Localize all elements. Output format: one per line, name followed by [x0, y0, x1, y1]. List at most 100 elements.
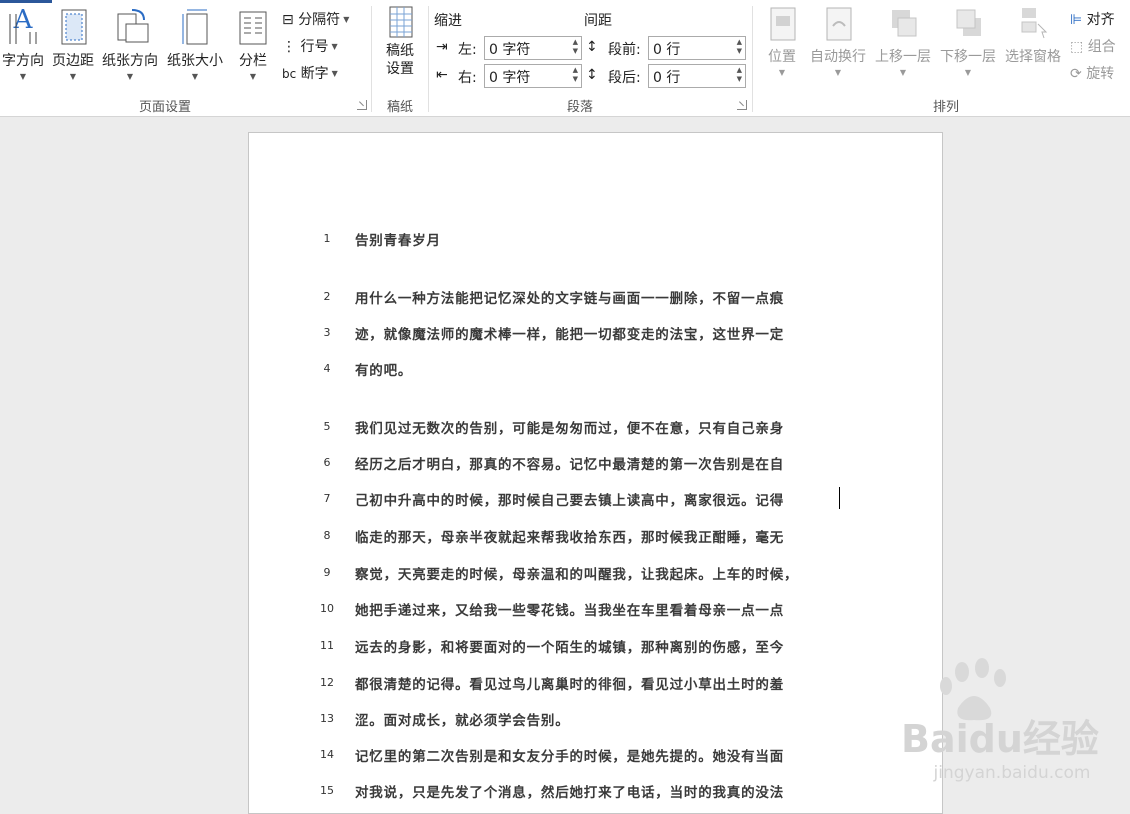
spacing-title: 间距 — [584, 13, 612, 29]
indent-right-row: ⇤ 右: 0 字符 ▲ ▼ — [436, 64, 582, 88]
breaks-button[interactable]: ⊟ 分隔符 ▼ — [282, 10, 349, 30]
position-label: 位置 — [768, 49, 796, 65]
page-setup-launcher-icon[interactable] — [357, 100, 367, 110]
align-icon: ⊫ — [1070, 12, 1083, 28]
rotate-button[interactable]: ⟳ 旋转 — [1070, 64, 1114, 84]
line-text[interactable]: 远去的身影，和将要面对的一个陌生的城镇，那种离别的伤感，至今 — [355, 636, 784, 656]
text-direction-button[interactable]: A 字方向 ▼ — [0, 4, 46, 81]
line-text[interactable]: 对我说，只是先发了个消息，然后她打来了电话，当时的我真的没法 — [355, 781, 784, 801]
spacing-before-row: ↕ 段前: 0 行 ▲ ▼ — [586, 36, 746, 60]
chevron-down-icon: ▼ — [331, 69, 338, 78]
chevron-down-icon: ▼ — [834, 68, 842, 77]
line-number: 8 — [323, 529, 331, 542]
paper-size-icon — [182, 9, 208, 45]
indent-left-input[interactable]: 0 字符 ▲ ▼ — [484, 36, 582, 60]
group-button[interactable]: ⬚ 组合 — [1070, 37, 1116, 57]
line-text[interactable]: 涩。面对成长，就必须学会告别。 — [355, 709, 570, 729]
margins-button[interactable]: 页边距 ▼ — [50, 4, 96, 81]
group-divider — [752, 6, 753, 112]
line-text[interactable]: 临走的那天，母亲半夜就起来帮我收拾东西，那时候我正酣睡，毫无 — [355, 526, 784, 546]
manuscript-setup-label-2: 设置 — [386, 61, 414, 77]
hyphenation-icon: bc — [282, 67, 297, 81]
baidu-watermark: Baidu经验 jingyan.baidu.com — [901, 658, 1099, 783]
line-number: 7 — [323, 492, 331, 505]
line-text[interactable]: 都很清楚的记得。看见过鸟儿离巢时的徘徊，看见过小草出土时的羞 — [355, 673, 784, 693]
chevron-down-icon: ▼ — [778, 68, 786, 77]
indent-right-label: 右: — [458, 70, 477, 86]
line-text[interactable]: 她把手递过来，又给我一些零花钱。当我坐在车里看着母亲一点一点 — [355, 599, 784, 619]
spinner-arrows-icon[interactable]: ▲ ▼ — [573, 38, 578, 56]
chevron-down-icon: ▼ — [249, 72, 257, 81]
spacing-before-input[interactable]: 0 行 ▲ ▼ — [648, 36, 746, 60]
line-text[interactable]: 察觉，天亮要走的时候，母亲温和的叫醒我，让我起床。上车的时候， — [355, 563, 798, 583]
columns-icon — [239, 11, 267, 45]
align-button[interactable]: ⊫ 对齐 — [1070, 10, 1115, 30]
breaks-icon: ⊟ — [282, 12, 294, 28]
send-backward-button[interactable]: 下移一层 ▼ — [936, 4, 1000, 77]
group-label: 组合 — [1087, 39, 1116, 55]
hyphenation-button[interactable]: bc 断字 ▼ — [282, 64, 338, 84]
manuscript-icon — [389, 6, 413, 38]
breaks-label: 分隔符 — [298, 12, 341, 28]
wrap-text-label: 自动换行 — [810, 49, 866, 65]
selection-pane-label: 选择窗格 — [1005, 49, 1061, 65]
line-number: 14 — [320, 748, 334, 761]
paragraph-launcher-icon[interactable] — [737, 100, 747, 110]
line-number: 2 — [323, 290, 331, 303]
line-text[interactable]: 我们见过无数次的告别，可能是匆匆而过，便不在意，只有自己亲身 — [355, 417, 784, 437]
page-setup-group-label: 页面设置 — [138, 100, 191, 115]
spinner-arrows-icon[interactable]: ▲ ▼ — [737, 38, 742, 56]
text-cursor — [839, 487, 840, 509]
line-text[interactable]: 经历之后才明白，那真的不容易。记忆中最清楚的第一次告别是在自 — [355, 453, 784, 473]
spinner-arrows-icon[interactable]: ▲ ▼ — [737, 66, 742, 84]
line-text[interactable]: 用什么一种方法能把记忆深处的文字链与画面一一删除，不留一点痕 — [355, 287, 784, 307]
send-backward-label: 下移一层 — [940, 49, 996, 65]
paw-logo-icon — [940, 658, 1006, 721]
spacing-after-value: 0 行 — [653, 70, 681, 86]
position-icon — [770, 7, 796, 41]
line-text[interactable]: 迹，就像魔法师的魔术棒一样，能把一切都变走的法宝，这世界一定 — [355, 323, 784, 343]
indent-left-row: ⇥ 左: 0 字符 ▲ ▼ — [436, 36, 582, 60]
manuscript-setup-button[interactable]: 稿纸 设置 — [378, 4, 422, 78]
spinner-arrows-icon[interactable]: ▲ ▼ — [573, 66, 578, 84]
bring-forward-button[interactable]: 上移一层 ▼ — [872, 4, 934, 77]
rotate-icon: ⟳ — [1070, 66, 1082, 82]
indent-left-label: 左: — [458, 42, 477, 58]
line-numbers-label: 行号 — [300, 39, 329, 55]
spacing-after-input[interactable]: 0 行 ▲ ▼ — [648, 64, 746, 88]
active-tab-indicator — [0, 0, 52, 3]
indent-right-input[interactable]: 0 字符 ▲ ▼ — [484, 64, 582, 88]
ribbon: A 字方向 ▼ 页边距 ▼ 纸张方向 ▼ 纸张大小 ▼ 分栏 ▼ ⊟ 分隔符 ▼… — [0, 0, 1130, 117]
line-number: 15 — [320, 784, 334, 797]
manuscript-group-label: 稿纸 — [386, 100, 413, 115]
columns-button[interactable]: 分栏 ▼ — [234, 4, 272, 81]
selection-pane-icon — [1021, 8, 1048, 39]
size-label: 纸张大小 — [167, 53, 223, 69]
orientation-label: 纸张方向 — [102, 53, 158, 69]
line-number: 3 — [323, 326, 331, 339]
bring-forward-label: 上移一层 — [875, 49, 931, 65]
group-divider — [428, 6, 429, 112]
orientation-button[interactable]: 纸张方向 ▼ — [100, 4, 160, 81]
align-label: 对齐 — [1086, 12, 1115, 28]
chevron-down-icon: ▼ — [331, 42, 338, 51]
line-text[interactable]: 记忆里的第二次告别是和女友分手的时候，是她先提的。她没有当面 — [355, 745, 784, 765]
spacing-after-label: 段后: — [608, 70, 641, 86]
line-text[interactable]: 有的吧。 — [355, 359, 412, 379]
line-numbers-icon: ⋮ — [282, 39, 296, 55]
document-page[interactable]: 1 告别青春岁月 2 用什么一种方法能把记忆深处的文字链与画面一一删除，不留一点痕 3 迹… — [248, 132, 943, 814]
selection-pane-button[interactable]: 选择窗格 — [1002, 4, 1064, 66]
margins-icon — [61, 9, 87, 45]
watermark-url: jingyan.baidu.com — [933, 763, 1091, 783]
chevron-down-icon: ▼ — [126, 72, 134, 81]
position-button[interactable]: 位置 ▼ — [760, 4, 804, 77]
indent-title: 缩进 — [434, 13, 462, 29]
chevron-down-icon: ▼ — [69, 72, 77, 81]
wrap-text-button[interactable]: 自动换行 ▼ — [806, 4, 870, 77]
line-text[interactable]: 己初中升高中的时候，那时候自己要去镇上读高中，离家很远。记得 — [355, 489, 784, 509]
wrap-text-icon — [826, 7, 852, 41]
indent-right-icon: ⇤ — [436, 67, 448, 83]
line-text[interactable]: 告别青春岁月 — [355, 229, 441, 249]
size-button[interactable]: 纸张大小 ▼ — [164, 4, 226, 81]
line-numbers-button[interactable]: ⋮ 行号 ▼ — [282, 37, 338, 57]
